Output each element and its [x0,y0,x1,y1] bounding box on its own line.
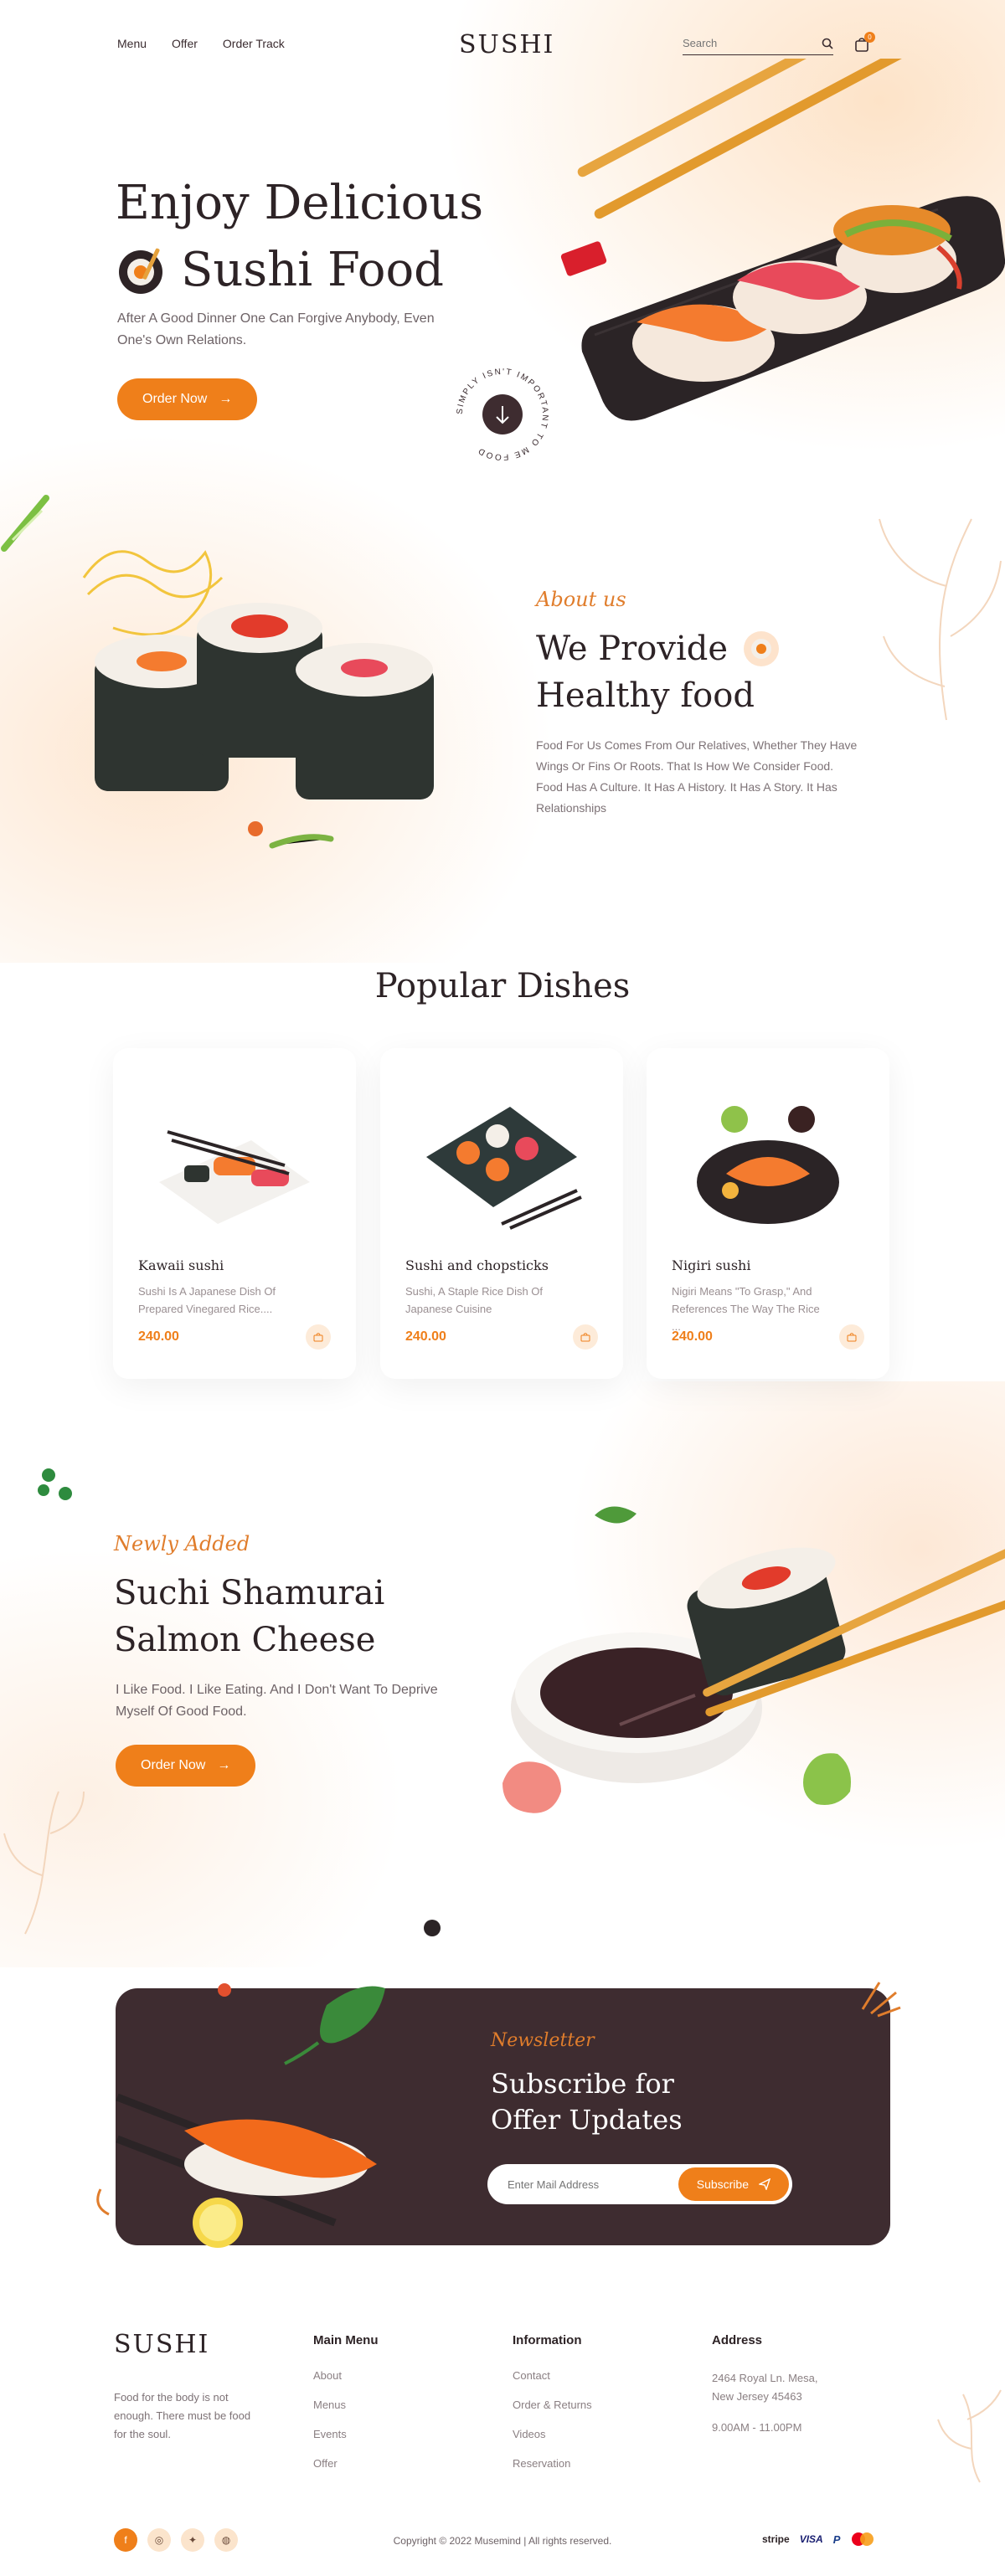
hero-title-line1: Enjoy Delicious [116,176,484,230]
arrow-right-icon: → [219,392,233,406]
newly-added-kicker: Newly Added [114,1532,250,1555]
dish-name: Nigiri sushi [672,1257,751,1273]
footer-logo[interactable]: SUSHI [114,2330,209,2359]
search-bar[interactable] [683,32,833,55]
brand-logo-text: SUSHI [459,30,555,59]
black-sesame-decoration [424,1920,441,1936]
orange-sticks-decoration [861,1982,901,2018]
newsletter-title-line2: Offer Updates [491,2104,683,2136]
footer-link-videos[interactable]: Videos [513,2428,592,2440]
hero-order-now-button[interactable]: Order Now → [117,378,258,420]
leaf-outline-decoration-left [3,1791,85,1935]
newsletter-title-line1: Subscribe for [491,2068,674,2100]
send-icon [759,2178,770,2190]
dish-description: Nigiri Means "To Grasp," And References … [672,1285,820,1333]
search-icon[interactable] [822,38,833,49]
about-title-line1: We Provide [536,630,729,668]
footer-information-title: Information [513,2333,582,2347]
nav-offer[interactable]: Offer [172,37,198,50]
dish-price: 240.00 [672,1329,713,1344]
dish-card-sushi-and-chopsticks[interactable]: Sushi and chopsticks Sushi, A Staple Ric… [380,1048,623,1379]
footer-link-events[interactable]: Events [313,2428,379,2440]
leaf-outline-decoration [879,518,1002,721]
dish-name: Sushi and chopsticks [405,1257,549,1273]
footer-logo-text: SUSHI [114,2330,210,2359]
add-to-cart-button[interactable] [306,1324,331,1350]
newly-body: I Like Food. I Like Eating. And I Don't … [116,1683,438,1719]
dish-description: Sushi Is A Japanese Dish Of Prepared Vin… [138,1285,276,1315]
newsletter-email-input[interactable] [508,2178,658,2191]
subscribe-label: Subscribe [696,2178,749,2191]
footer-link-about[interactable]: About [313,2369,379,2382]
salmon-nigiri-illustration [96,1983,385,2248]
dish-name: Kawaii sushi [138,1257,224,1273]
visa-logo: VISA [799,2533,823,2545]
search-input[interactable] [683,37,800,49]
shopping-bag-icon [580,1333,590,1342]
hero-title-line2-row: Sushi Food [116,243,444,297]
dish-card-nigiri-sushi[interactable]: Nigiri sushi Nigiri Means "To Grasp," An… [647,1048,889,1379]
arrow-right-icon: → [217,1758,231,1772]
footer-link-menus[interactable]: Menus [313,2399,379,2411]
about-title-line2: Healthy food [536,676,755,715]
nigiri-sushi-image [697,1106,839,1224]
footer-main-menu: Main Menu About Menus Events Offer [313,2333,379,2486]
hero-sushi-board-illustration [560,59,1005,421]
popular-dishes-title: Popular Dishes [374,967,631,1005]
dish-price: 240.00 [405,1329,446,1344]
footer-information: Information Contact Order & Returns Vide… [513,2333,592,2486]
green-peas-decoration [38,1468,72,1500]
sushi-roll-icon [744,631,780,666]
footer-hours: 9.00AM - 11.00PM [712,2421,802,2434]
sushi-chopsticks-icon [119,248,162,294]
shopping-bag-icon [847,1333,857,1342]
paypal-logo: P [832,2532,841,2546]
footer-address-line1: 2464 Royal Ln. Mesa, [712,2372,818,2384]
newly-order-now-label: Order Now [141,1758,206,1772]
hero-subtitle: After A Good Dinner One Can Forgive Anyb… [117,311,435,347]
add-to-cart-button[interactable] [573,1324,598,1350]
stripe-logo: stripe [762,2533,790,2545]
shopping-bag-icon [313,1333,323,1342]
main-nav: Menu Offer Order Track [117,37,285,50]
sushi-soy-sauce-illustration [502,1506,1005,1813]
mastercard-logo [852,2532,874,2546]
nav-order-track[interactable]: Order Track [223,37,285,50]
newly-title-line2: Salmon Cheese [114,1621,376,1659]
footer-link-contact[interactable]: Contact [513,2369,592,2382]
newly-title-line1: Suchi Shamurai [114,1574,385,1612]
footer-link-reservation[interactable]: Reservation [513,2457,592,2470]
payment-methods: stripe VISA P [762,2532,875,2547]
hero-title-line2: Sushi Food [181,243,445,297]
kawaii-sushi-image [159,1130,310,1224]
add-to-cart-button[interactable] [839,1324,864,1350]
newly-order-now-button[interactable]: Order Now → [116,1745,256,1787]
green-onion-decoration [1,495,49,552]
footer-tagline: Food for the body is not enough. There m… [114,2391,251,2440]
footer-link-order-returns[interactable]: Order & Returns [513,2399,592,2411]
hero-order-now-label: Order Now [142,392,208,406]
rotating-text-badge[interactable]: SIMPLY ISN'T IMPORTANT TO ME FOOD [448,360,557,469]
sushi-and-chopsticks-image [426,1107,582,1230]
dish-price: 240.00 [138,1329,179,1344]
newsletter-form: Subscribe [487,2164,792,2204]
sushi-rolls-illustration [82,550,434,849]
footer-address-line2: New Jersey 45463 [712,2390,802,2403]
footer-address-title: Address [712,2333,763,2347]
subscribe-button[interactable]: Subscribe [678,2167,789,2201]
dish-card-kawaii-sushi[interactable]: Kawaii sushi Sushi Is A Japanese Dish Of… [113,1048,356,1379]
about-kicker: About us [536,588,626,611]
leaf-outline-decoration-footer [937,2389,1002,2483]
dish-description: Sushi, A Staple Rice Dish Of Japanese Cu… [405,1285,544,1315]
footer-main-menu-title: Main Menu [313,2333,379,2347]
footer-address: Address 2464 Royal Ln. Mesa, New Jersey … [712,2333,817,2434]
about-title-line1-row: We Provide [536,630,780,668]
cart-count-badge: 0 [864,32,875,43]
about-body: Food For Us Comes From Our Relatives, Wh… [536,738,858,815]
cart-button[interactable]: 0 [854,32,875,55]
nav-menu[interactable]: Menu [117,37,147,50]
newsletter-kicker: Newsletter [491,2030,595,2051]
brand-logo[interactable]: SUSHI [459,30,554,59]
footer-link-offer[interactable]: Offer [313,2457,379,2470]
